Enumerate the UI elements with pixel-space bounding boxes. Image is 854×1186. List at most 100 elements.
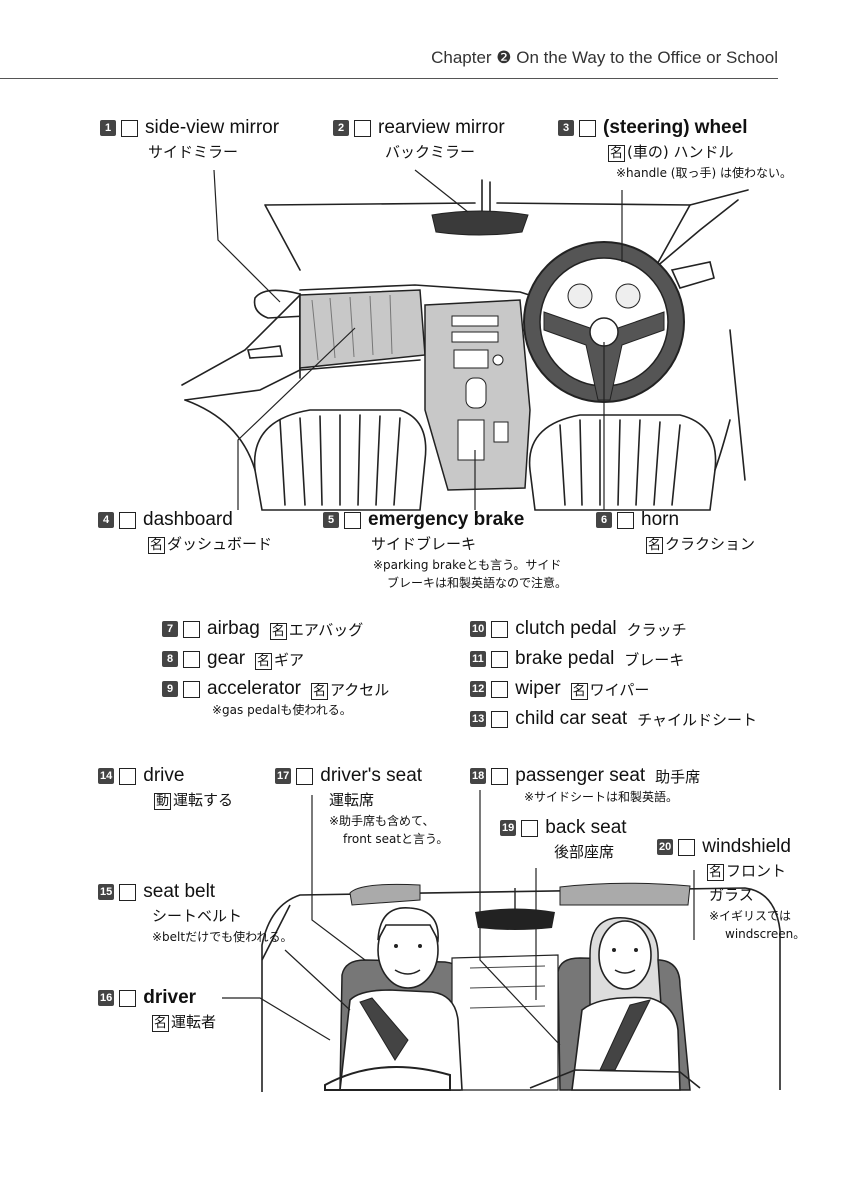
noun-badge: 名 xyxy=(311,682,329,700)
entry-clutch-pedal: 10 clutch pedal クラッチ xyxy=(470,617,687,641)
noun-badge: 名 xyxy=(255,652,273,670)
note: ※handle (取っ手) は使わない。 xyxy=(616,166,792,180)
item-number: 10 xyxy=(470,621,487,637)
entry-accelerator: 9 accelerator 名アクセル ※gas pedalも使われる。 xyxy=(162,677,389,719)
japanese-term: バックミラー xyxy=(385,143,476,161)
noun-badge: 名 xyxy=(570,682,588,700)
japanese-term: (車の) ハンドル xyxy=(627,143,734,161)
entry-driver: 16 driver 名運転者 xyxy=(98,986,216,1034)
note-line-1: ※イギリスでは xyxy=(709,909,792,923)
japanese-term: チャイルドシート xyxy=(637,710,758,729)
entry-back-seat: 19 back seat 後部座席 xyxy=(500,816,627,864)
entry-drivers-seat: 17 driver's seat 運転席 ※助手席も含めて、 front seat… xyxy=(275,764,448,848)
term: child car seat xyxy=(515,708,628,729)
term: side-view mirror xyxy=(145,117,280,138)
item-number: 7 xyxy=(162,621,178,637)
checkbox[interactable] xyxy=(491,710,509,728)
japanese-term: ギア xyxy=(274,650,305,669)
item-number: 12 xyxy=(470,681,487,697)
checkbox[interactable] xyxy=(119,989,137,1007)
checkbox[interactable] xyxy=(183,650,200,668)
entry-emergency-brake: 5 emergency brake サイドブレーキ ※parking brakeと… xyxy=(323,508,567,592)
term: back seat xyxy=(545,817,627,838)
entry-dashboard: 4 dashboard 名ダッシュボード xyxy=(98,508,272,556)
term: driver's seat xyxy=(320,765,423,786)
checkbox[interactable] xyxy=(296,767,314,785)
japanese-term-line-2: ガラス xyxy=(709,886,754,904)
noun-badge: 名 xyxy=(608,145,626,162)
japanese-term: 助手席 xyxy=(655,767,701,786)
term: rearview mirror xyxy=(378,117,505,138)
entry-horn: 6 horn 名クラクション xyxy=(596,508,755,556)
item-number: 2 xyxy=(333,120,349,136)
entry-child-car-seat: 13 child car seat チャイルドシート xyxy=(470,707,757,731)
entry-seat-belt: 15 seat belt シートベルト ※beltだけでも使われる。 xyxy=(98,880,293,946)
noun-badge: 名 xyxy=(707,864,725,881)
checkbox[interactable] xyxy=(521,819,539,837)
checkbox[interactable] xyxy=(119,883,137,901)
term: driver xyxy=(143,987,197,1008)
term: wiper xyxy=(515,678,561,699)
checkbox[interactable] xyxy=(119,511,136,529)
noun-badge: 名 xyxy=(269,622,287,640)
entry-wiper: 12 wiper 名ワイパー xyxy=(470,677,649,701)
japanese-term: エアバッグ xyxy=(288,620,364,639)
note-line-2: windscreen。 xyxy=(725,927,806,941)
japanese-term: ワイパー xyxy=(589,680,650,699)
checkbox[interactable] xyxy=(491,680,509,698)
term: horn xyxy=(641,509,680,530)
note-line-1: ※助手席も含めて、 xyxy=(329,814,435,828)
term: gear xyxy=(207,648,246,669)
term: brake pedal xyxy=(515,648,615,669)
japanese-term: 運転する xyxy=(173,791,234,809)
item-number: 1 xyxy=(100,120,116,136)
entry-steering-wheel: 3 (steering) wheel 名 (車の) ハンドル ※handle (取っ… xyxy=(558,116,792,182)
entry-rearview-mirror: 2 rearview mirror バックミラー xyxy=(333,116,505,164)
item-number: 16 xyxy=(98,990,115,1006)
checkbox[interactable] xyxy=(579,119,596,137)
japanese-term-line-1: フロント xyxy=(726,862,787,880)
checkbox[interactable] xyxy=(678,838,696,856)
checkbox[interactable] xyxy=(491,767,509,785)
item-number: 9 xyxy=(162,681,178,697)
item-number: 14 xyxy=(98,768,115,784)
note-line-2: front seatと言う。 xyxy=(343,832,449,846)
checkbox[interactable] xyxy=(121,119,138,137)
entry-passenger-seat: 18 passenger seat 助手席 ※サイドシートは和製英語。 xyxy=(470,764,700,806)
entry-brake-pedal: 11 brake pedal ブレーキ xyxy=(470,647,684,671)
item-number: 3 xyxy=(558,120,574,136)
item-number: 11 xyxy=(470,651,486,667)
japanese-term: 運転者 xyxy=(171,1013,217,1031)
checkbox[interactable] xyxy=(617,511,634,529)
japanese-term: 後部座席 xyxy=(554,843,615,861)
noun-badge: 名 xyxy=(646,537,664,554)
item-number: 6 xyxy=(596,512,612,528)
japanese-term: サイドブレーキ xyxy=(371,535,477,553)
checkbox[interactable] xyxy=(183,680,200,698)
note-line-1: ※parking brakeとも言う。サイド xyxy=(373,558,562,572)
entry-drive: 14 drive 動運転する xyxy=(98,764,233,812)
checkbox[interactable] xyxy=(354,119,371,137)
checkbox[interactable] xyxy=(119,767,137,785)
term: accelerator xyxy=(207,678,301,699)
note: ※サイドシートは和製英語。 xyxy=(524,790,679,804)
entry-windshield: 20 windshield 名フロント ガラス ※イギリスでは windscree… xyxy=(657,835,805,943)
item-number: 13 xyxy=(470,711,487,727)
checkbox[interactable] xyxy=(344,511,361,529)
item-number: 4 xyxy=(98,512,114,528)
checkbox[interactable] xyxy=(491,620,509,638)
japanese-term: シートベルト xyxy=(152,907,243,925)
checkbox[interactable] xyxy=(183,620,200,638)
noun-badge: 名 xyxy=(152,1015,170,1032)
entry-airbag: 7 airbag 名エアバッグ xyxy=(162,617,363,641)
term: dashboard xyxy=(143,509,233,530)
noun-badge: 名 xyxy=(148,537,166,554)
item-number: 8 xyxy=(162,651,178,667)
item-number: 15 xyxy=(98,884,115,900)
term: wheel xyxy=(694,117,748,138)
checkbox[interactable] xyxy=(491,650,508,668)
term: clutch pedal xyxy=(515,618,617,639)
verb-badge: 動 xyxy=(154,793,172,810)
term: passenger seat xyxy=(515,765,646,786)
term: airbag xyxy=(207,618,260,639)
